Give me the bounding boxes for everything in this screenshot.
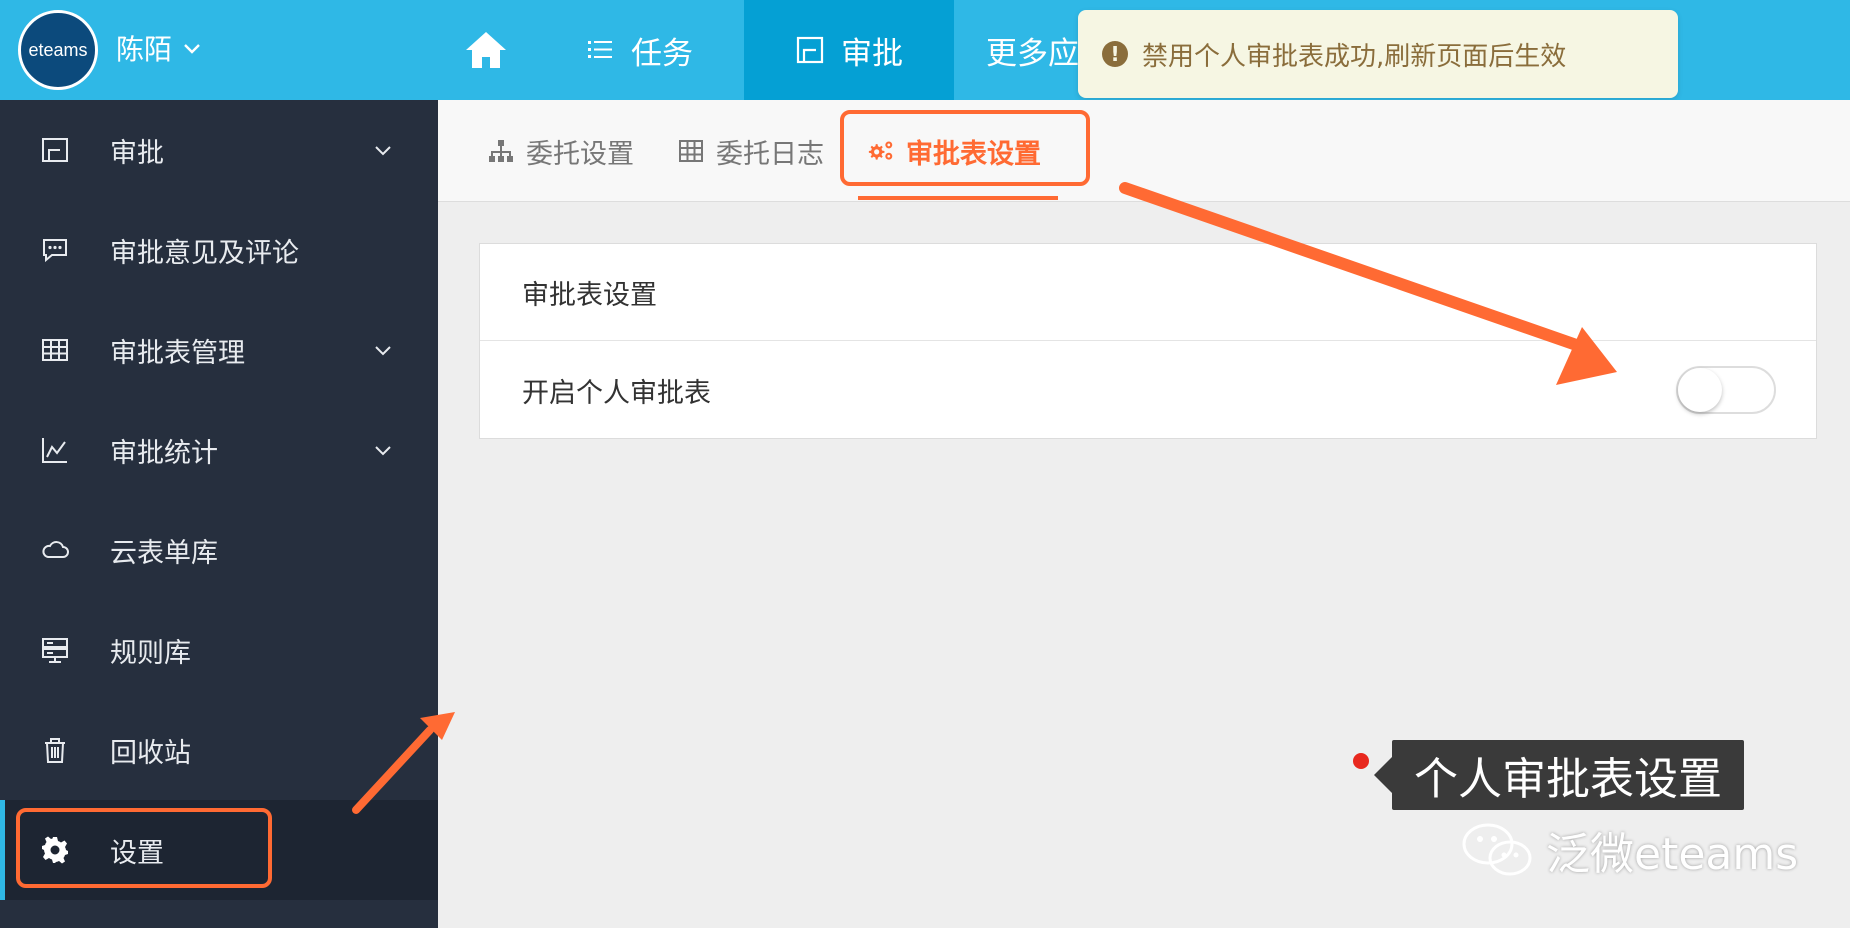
personal-form-toggle[interactable] [1676,366,1776,414]
setting-row-personal-form: 开启个人审批表 [480,342,1816,439]
grid-icon [40,335,70,365]
nav-more-label: 更多应 [986,35,1079,72]
exclamation-icon: ! [1102,41,1128,67]
approve-icon [796,36,824,64]
tab-delegate-settings[interactable]: 委托设置 [488,100,634,202]
chart-icon [40,435,70,465]
home-icon [466,32,506,68]
cloud-icon [40,535,70,565]
sidebar-item-label: 审批 [110,137,164,169]
eteams-logo[interactable]: eteams [18,10,98,90]
nav-home[interactable] [462,28,510,72]
sidebar-item-statistics[interactable]: 审批统计 [0,400,438,500]
nav-tasks-label: 任务 [631,35,693,72]
list-icon [588,41,612,58]
sidebar-item-settings[interactable]: 设置 [0,800,438,900]
sidebar-item-recycle-bin[interactable]: 回收站 [0,700,438,800]
panel-header: 审批表设置 [480,244,1816,341]
sidebar-item-comments[interactable]: 审批意见及评论 [0,200,438,300]
annotation-caption: 个人审批表设置 [1374,740,1744,810]
sidebar-item-label: 规则库 [110,637,191,669]
sidebar-item-label: 审批统计 [110,437,218,469]
chevron-down-icon [375,146,391,156]
chevron-down-icon [375,346,391,356]
sub-tab-bar: 委托设置 委托日志 审批表设置 [438,100,1850,202]
sidebar-item-cloud-forms[interactable]: 云表单库 [0,500,438,600]
sidebar-item-rules[interactable]: 规则库 [0,600,438,700]
active-tab-indicator [858,196,1058,200]
user-menu[interactable]: 陈陌 [116,28,202,68]
comment-icon [40,235,70,265]
chevron-down-icon [375,446,391,456]
watermark-text: 泛微eteams [1546,829,1799,880]
success-toast: ! 禁用个人审批表成功,刷新页面后生效 [1078,10,1678,98]
sidebar-item-label: 云表单库 [110,537,218,569]
toast-message: 禁用个人审批表成功,刷新页面后生效 [1142,41,1567,72]
nav-approve[interactable]: 审批 [744,0,954,100]
setting-label: 开启个人审批表 [522,378,711,409]
watermark: 泛微eteams [1460,818,1798,882]
nav-approve-label: 审批 [841,35,903,72]
sidebar: 审批 审批意见及评论 审批表管理 审批统计 云表单库 规则库 回收站 设置 [0,100,438,928]
server-icon [40,635,70,665]
tab-label: 委托日志 [716,138,824,170]
sidebar-item-form-management[interactable]: 审批表管理 [0,300,438,400]
chevron-down-icon [184,44,200,54]
tab-delegate-log[interactable]: 委托日志 [678,100,824,202]
toggle-knob [1678,368,1722,412]
sidebar-item-label: 回收站 [110,737,191,769]
sidebar-item-label: 审批表管理 [110,337,245,369]
sidebar-item-label: 审批意见及评论 [110,237,299,269]
highlight-box [840,110,1090,186]
tab-label: 委托设置 [526,138,634,170]
hierarchy-icon [489,140,513,162]
wechat-icon [1462,823,1532,876]
nav-tasks[interactable]: 任务 [535,0,743,100]
table-icon [679,140,703,162]
panel-title: 审批表设置 [522,279,657,311]
trash-icon [40,735,70,765]
highlight-box [16,808,272,888]
form-settings-panel: 审批表设置 开启个人审批表 [479,243,1817,439]
annotation-dot [1353,753,1369,769]
sidebar-item-approve[interactable]: 审批 [0,100,438,200]
user-name: 陈陌 [116,33,173,66]
approve-icon [40,135,70,165]
